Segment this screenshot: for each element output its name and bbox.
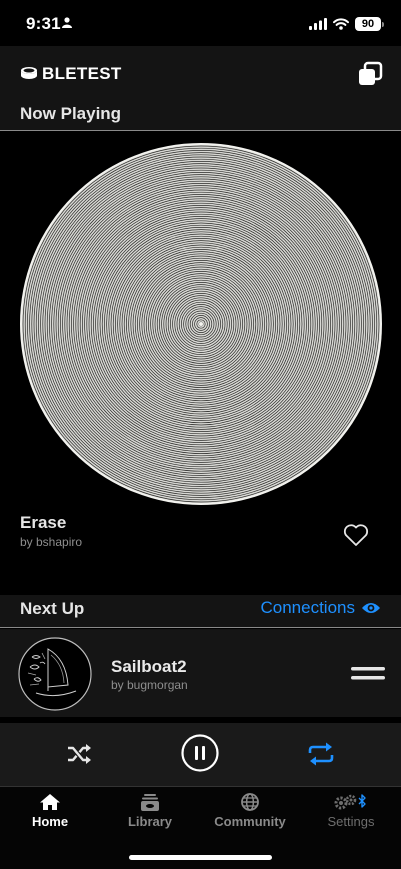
queue-cards-icon[interactable] [356,60,384,88]
queue-item-title: Sailboat2 [111,657,187,676]
connections-label: Connections [260,598,355,617]
divider [0,627,401,628]
connections-button[interactable]: Connections [260,598,381,618]
heart-icon[interactable] [343,523,369,547]
app-title: BLETEST [42,64,122,83]
sand-pattern-preview[interactable] [20,143,382,505]
status-time: 9:31 [26,14,61,33]
drag-handle-icon[interactable] [351,667,385,681]
person-icon [62,17,72,28]
next-up-title: Next Up [20,599,85,618]
status-indicators: 90 [309,15,384,33]
globe-icon [241,793,259,811]
table-logo-icon [21,67,37,79]
repeat-icon[interactable] [306,740,336,768]
home-indicator [129,855,272,860]
signal-icon [309,18,327,30]
home-icon [40,794,60,810]
gears-bluetooth-icon [334,794,366,810]
library-icon [141,794,159,811]
tab-label-library: Library [127,814,173,829]
wifi-icon [333,18,349,30]
tab-library[interactable]: Library [100,793,200,829]
track-title: Erase [20,513,67,532]
battery-indicator: 90 [355,17,384,31]
tab-home[interactable]: Home [0,793,100,829]
tab-label-settings: Settings [327,814,375,829]
queue-item-author: by bugmorgan [111,678,188,692]
shuffle-icon[interactable] [65,741,93,767]
tab-label-home: Home [31,814,69,829]
tab-settings[interactable]: Settings [301,793,401,829]
sailboat-thumbnail [18,637,92,711]
track-author: by bshapiro [20,535,83,549]
tab-community[interactable]: Community [200,793,300,829]
tab-label-community: Community [214,814,286,829]
eye-icon [362,603,380,613]
now-playing-title: Now Playing [20,104,122,123]
pause-button[interactable] [181,734,219,772]
